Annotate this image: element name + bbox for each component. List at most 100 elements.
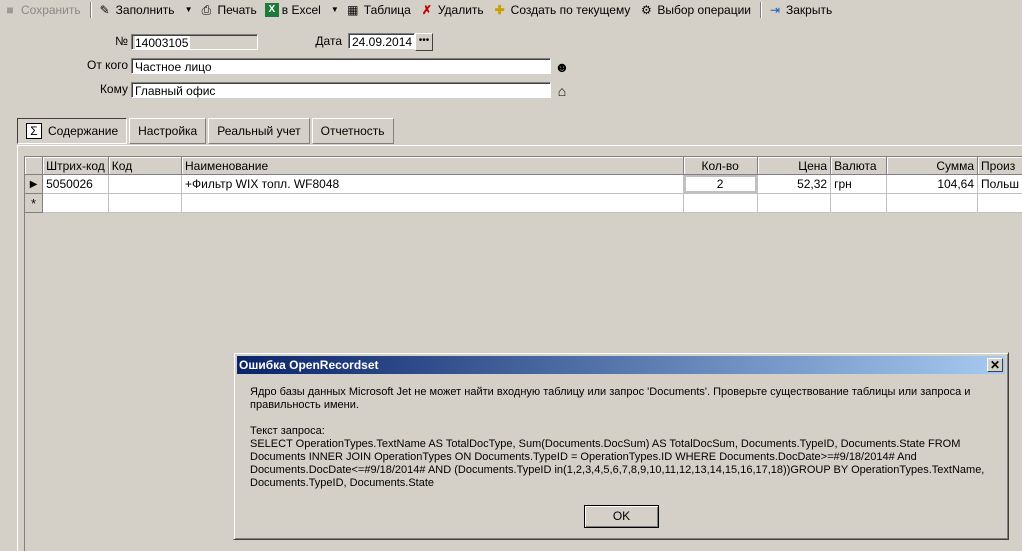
new-cell[interactable] xyxy=(181,193,684,213)
printer-icon: ⎙ xyxy=(201,2,212,17)
table-row[interactable]: ▶ 5050026 +Фильтр WIX топл. WF8048 2 52,… xyxy=(25,174,1022,194)
print-button[interactable]: ⎙ Печать xyxy=(196,0,262,19)
tab-strip: Σ Содержание Настройка Реальный учет Отч… xyxy=(17,118,396,144)
cell-manufacturer[interactable]: Польш xyxy=(977,174,1022,194)
grid-corner xyxy=(25,157,44,175)
new-cell[interactable] xyxy=(757,193,832,213)
number-field[interactable]: 14003105 xyxy=(131,34,258,50)
date-label: Дата xyxy=(315,34,342,48)
ok-button[interactable]: OK xyxy=(584,505,659,528)
tab-settings-label: Настройка xyxy=(138,124,198,138)
date-field[interactable]: 24.09.2014 xyxy=(348,33,415,49)
number-label: № xyxy=(115,34,128,48)
tab-content[interactable]: Σ Содержание xyxy=(17,118,128,144)
grid-header-row: Штрих-код Код Наименование Кол-во Цена В… xyxy=(25,157,1022,175)
row-selector-icon[interactable]: ▶ xyxy=(25,174,44,194)
query-text: SELECT OperationTypes.TextName AS TotalD… xyxy=(250,438,985,489)
col-header-manufacturer[interactable]: Произ xyxy=(977,157,1022,175)
close-button[interactable]: ⇥ Закрыть xyxy=(765,0,838,19)
new-cell[interactable] xyxy=(977,193,1022,213)
excel-icon: X xyxy=(264,2,279,17)
create-from-current-button[interactable]: ✚ Создать по текущему xyxy=(490,0,637,19)
new-cell[interactable] xyxy=(830,193,887,213)
excel-dropdown-arrow-icon[interactable]: ▼ xyxy=(327,5,343,14)
exit-icon: ⇥ xyxy=(769,2,781,17)
excel-button[interactable]: X в Excel xyxy=(263,0,327,19)
toolbar-separator xyxy=(760,1,762,18)
tab-settings[interactable]: Настройка xyxy=(129,118,207,144)
table-button[interactable]: ▦ Таблица xyxy=(343,0,417,19)
col-header-name[interactable]: Наименование xyxy=(181,157,684,175)
fill-icon: ✎ xyxy=(99,2,110,17)
new-row-marker-icon: * xyxy=(25,193,44,213)
toolbar: ■ Сохранить ✎ Заполнить ▼ ⎙ Печать X в E… xyxy=(0,0,1022,19)
new-cell[interactable] xyxy=(108,193,183,213)
table-label: Таблица xyxy=(363,2,411,17)
date-picker-button[interactable]: ••• xyxy=(415,33,433,51)
choose-operation-button[interactable]: ⚙ Выбор операции xyxy=(636,0,757,19)
ellipsis-icon: ••• xyxy=(418,35,430,46)
delete-button[interactable]: ✗ Удалить xyxy=(417,0,490,19)
tab-real-accounting[interactable]: Реальный учет xyxy=(208,118,310,144)
col-header-code[interactable]: Код xyxy=(108,157,183,175)
fill-dropdown-arrow-icon[interactable]: ▼ xyxy=(181,5,197,14)
new-row[interactable]: * xyxy=(25,193,1022,213)
home-icon: ⌂ xyxy=(557,83,567,99)
office-lookup-button[interactable]: ⌂ xyxy=(552,81,572,101)
fill-button[interactable]: ✎ Заполнить xyxy=(95,0,181,19)
cell-sum[interactable]: 104,64 xyxy=(886,174,979,194)
person-icon: ☻ xyxy=(554,59,570,75)
to-field[interactable]: Главный офис xyxy=(131,82,551,98)
col-header-qty[interactable]: Кол-во xyxy=(683,157,758,175)
col-header-currency[interactable]: Валюта xyxy=(830,157,887,175)
col-header-price[interactable]: Цена xyxy=(757,157,832,175)
sigma-icon: Σ xyxy=(26,123,42,139)
dialog-title: Ошибка OpenRecordset xyxy=(239,358,379,372)
error-message: Ядро базы данных Microsoft Jet не может … xyxy=(250,386,971,411)
save-button[interactable]: ■ Сохранить xyxy=(0,0,87,19)
number-value: 14003105 xyxy=(135,36,191,50)
tab-reports[interactable]: Отчетность xyxy=(311,118,394,144)
query-label: Текст запроса: xyxy=(250,425,325,437)
close-label: Закрыть xyxy=(786,2,833,17)
tab-content-label: Содержание xyxy=(48,124,119,138)
to-value: Главный офис xyxy=(135,84,216,98)
cell-barcode[interactable]: 5050026 xyxy=(42,174,109,194)
tab-reports-label: Отчетность xyxy=(320,124,385,138)
error-dialog: Ошибка OpenRecordset ✕ Ядро базы данных … xyxy=(233,352,1009,540)
fill-label: Заполнить xyxy=(115,2,175,17)
delete-icon: ✗ xyxy=(421,2,432,17)
dialog-title-bar[interactable]: Ошибка OpenRecordset ✕ xyxy=(237,356,1005,374)
tab-real-accounting-label: Реальный учет xyxy=(217,124,301,138)
cell-currency[interactable]: грн xyxy=(830,174,887,194)
to-label: Кому xyxy=(99,82,128,96)
new-cell[interactable] xyxy=(683,193,758,213)
new-cell[interactable] xyxy=(42,193,109,213)
create-from-current-label: Создать по текущему xyxy=(510,2,631,17)
cell-qty[interactable]: 2 xyxy=(683,174,758,194)
print-label: Печать xyxy=(217,2,257,17)
table-icon: ▦ xyxy=(347,2,359,17)
save-label: Сохранить xyxy=(21,2,81,17)
close-icon: ✕ xyxy=(989,358,1001,372)
from-value: Частное лицо xyxy=(135,60,212,74)
cell-name[interactable]: +Фильтр WIX топл. WF8048 xyxy=(181,174,684,194)
from-label: От кого xyxy=(86,58,128,72)
excel-label: в Excel xyxy=(281,2,321,17)
delete-label: Удалить xyxy=(437,2,484,17)
cell-code[interactable] xyxy=(108,174,183,194)
dialog-body: Ядро базы данных Microsoft Jet не может … xyxy=(250,386,1000,490)
plus-icon: ✚ xyxy=(494,2,505,17)
date-value: 24.09.2014 xyxy=(352,35,413,49)
operation-icon: ⚙ xyxy=(640,2,652,17)
new-cell[interactable] xyxy=(886,193,979,213)
toolbar-separator xyxy=(89,1,92,18)
col-header-barcode[interactable]: Штрих-код xyxy=(42,157,109,175)
col-header-sum[interactable]: Сумма xyxy=(886,157,979,175)
save-icon: ■ xyxy=(6,2,14,17)
cell-price[interactable]: 52,32 xyxy=(757,174,832,194)
person-lookup-button[interactable]: ☻ xyxy=(552,57,572,77)
dialog-close-button[interactable]: ✕ xyxy=(987,358,1003,372)
choose-operation-label: Выбор операции xyxy=(657,2,751,17)
from-field[interactable]: Частное лицо xyxy=(131,58,551,74)
